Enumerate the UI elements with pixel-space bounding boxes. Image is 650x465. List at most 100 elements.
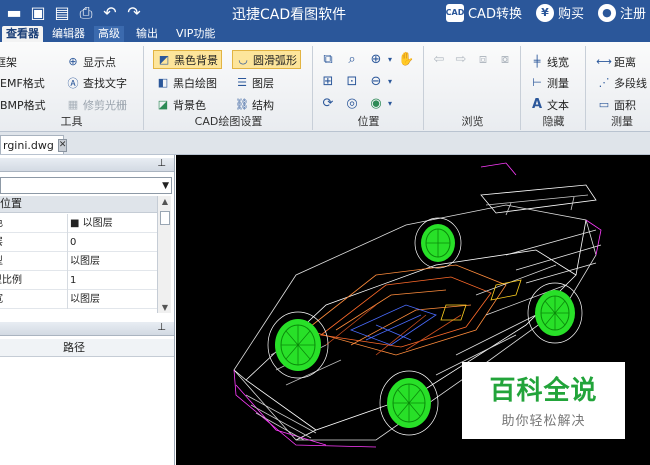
wheel-front-right — [387, 378, 431, 428]
wheel-rear-right — [535, 290, 575, 336]
watermark-subtitle: 助你轻松解决 — [501, 414, 586, 429]
layer-panel-header: ⊥ — [0, 322, 174, 336]
tab-vip[interactable]: VIP功能 — [172, 26, 219, 42]
redo-icon[interactable]: ↷ — [124, 3, 144, 22]
save-emf-button[interactable]: 存为EMF格式 — [0, 73, 45, 92]
title-bar: ▬ ▣ ▤ ⎙ ↶ ↷ 迅捷CAD看图软件 CAD CAD转换 ¥ 购买 ● 注… — [0, 0, 650, 25]
line-width-icon: ╪ — [533, 55, 541, 68]
crosshair-icon: ⊕ — [68, 55, 78, 68]
frame-button[interactable]: 框架 — [0, 52, 17, 71]
extents-icon[interactable]: ⊞ — [320, 74, 336, 90]
group-measure: ⟷ 距离 ⋰ 多段线 ▭ 面积 测量 — [587, 46, 650, 130]
document-tab-strip: rgini.dwg ✕ — [0, 132, 650, 155]
scroll-up-icon[interactable]: ▲ — [158, 197, 172, 206]
group-browse: ⇦ ⇨ ⧈ ⧇ 浏览 — [425, 46, 521, 130]
property-row[interactable]: 线宽 以图层 — [0, 290, 157, 309]
group-measure-label: 测量 — [611, 115, 633, 128]
print-icon[interactable]: ⎙ — [76, 3, 96, 22]
text-toggle-button[interactable]: A 文本 — [530, 95, 569, 114]
tab-editor[interactable]: 编辑器 — [48, 26, 89, 42]
user-icon: ● — [597, 3, 616, 22]
watermark: 百科全说 助你轻松解决 — [462, 362, 625, 439]
structure-button[interactable]: ⛓ 结构 — [235, 95, 274, 114]
group-tools: 框架 存为EMF格式 存为BMP格式 ⊕ 显示点 Ⓐ 查找文字 ▦ 修剪光栅 工… — [0, 46, 144, 130]
property-row[interactable]: 线型 以图层 — [0, 252, 157, 271]
black-background-button[interactable]: ◩ 黑色背景 — [153, 50, 222, 69]
properties-panel: ⊥ ▼ 位置 颜色 ■ 以图层 图层 0 线型 以图层 线型比例 1 线宽 以图… — [0, 155, 175, 465]
document-tab-label: rgini.dwg — [3, 138, 54, 152]
arc-icon: ◡ — [238, 53, 248, 66]
scroll-thumb[interactable] — [160, 211, 170, 225]
black-bg-icon: ◩ — [158, 53, 170, 66]
group-position: ⧉ ⌕ ⊕ ▾ ✋ ⊞ ⊡ ⊖ ▾ ⟳ ◎ ◉ ▾ 位置 — [314, 46, 424, 130]
text-a-icon: A — [531, 97, 543, 112]
close-icon[interactable]: ✕ — [57, 138, 68, 152]
zoom-region-icon[interactable]: ◎ — [344, 96, 360, 112]
group-hide: ╪ 线宽 ⊢ 测量 A 文本 隐藏 — [522, 46, 586, 130]
view-dropdown-icon[interactable]: ▾ — [382, 96, 398, 112]
area-icon: ▭ — [598, 98, 610, 111]
pan-hand-icon[interactable]: ✋ — [398, 52, 414, 68]
group-tools-label: 工具 — [60, 115, 83, 128]
zoom-in-dropdown-icon[interactable]: ▾ — [382, 52, 398, 68]
properties-scrollbar[interactable]: ▲ ▼ — [157, 196, 171, 313]
smooth-arc-button[interactable]: ◡ 圆滑弧形 — [232, 50, 301, 69]
line-width-button[interactable]: ╪ 线宽 — [530, 52, 569, 71]
property-row[interactable]: 图层 0 — [0, 233, 157, 252]
monochrome-icon: ◧ — [157, 76, 169, 89]
buy-button[interactable]: ¥ 购买 — [535, 3, 584, 22]
distance-button[interactable]: ⟷ 距离 — [596, 52, 636, 71]
zoom-out-dropdown-icon[interactable]: ▾ — [382, 74, 398, 90]
tab-advanced[interactable]: 高级 — [94, 26, 124, 42]
scroll-down-icon[interactable]: ▼ — [158, 303, 172, 312]
wheel-rear-left — [421, 224, 455, 262]
group-browse-label: 浏览 — [461, 115, 484, 128]
next-view-icon: ⧇ — [500, 52, 510, 67]
tab-viewer[interactable]: 查看器 — [2, 26, 43, 42]
polyline-icon: ⋰ — [598, 76, 610, 89]
find-text-button[interactable]: Ⓐ 查找文字 — [66, 73, 128, 92]
yen-icon: ¥ — [535, 3, 554, 22]
prev-view-icon: ⧈ — [478, 52, 488, 67]
fit-window-icon[interactable]: ⧉ — [320, 52, 336, 68]
group-position-label: 位置 — [357, 115, 380, 128]
ribbon: 框架 存为EMF格式 存为BMP格式 ⊕ 显示点 Ⓐ 查找文字 ▦ 修剪光栅 工… — [0, 42, 650, 132]
pin-icon[interactable]: ⊥ — [157, 158, 166, 169]
area-button[interactable]: ▭ 面积 — [597, 95, 636, 114]
polyline-button[interactable]: ⋰ 多段线 — [597, 73, 648, 92]
save-bmp-button[interactable]: 存为BMP格式 — [0, 95, 46, 114]
show-points-button[interactable]: ⊕ 显示点 — [66, 52, 116, 71]
zoom-window-icon[interactable]: ⌕ — [344, 52, 360, 68]
tab-output[interactable]: 输出 — [132, 26, 162, 42]
document-tab[interactable]: rgini.dwg ✕ — [0, 135, 68, 154]
wheel-front-left — [275, 319, 321, 371]
cad-convert-button[interactable]: CAD CAD转换 — [446, 3, 522, 22]
layers-button[interactable]: ☰ 图层 — [235, 73, 274, 92]
property-row[interactable]: 颜色 ■ 以图层 — [0, 214, 157, 233]
window-title: 迅捷CAD看图软件 — [232, 7, 347, 23]
ribbon-tabs: 查看器 编辑器 高级 输出 VIP功能 — [0, 25, 650, 42]
save-icon[interactable]: ▣ — [28, 3, 48, 22]
undo-icon[interactable]: ↶ — [100, 3, 120, 22]
distance-icon: ⟷ — [596, 55, 612, 68]
background-color-button[interactable]: ◪ 背景色 — [156, 95, 206, 114]
fit-icon[interactable]: ⊡ — [344, 74, 360, 90]
bg-color-icon: ◪ — [157, 98, 169, 111]
entity-selector[interactable]: ▼ — [0, 177, 172, 194]
find-text-icon: Ⓐ — [67, 76, 79, 90]
structure-icon: ⛓ — [235, 98, 249, 111]
quick-access-toolbar: ▬ ▣ ▤ ⎙ ↶ ↷ — [0, 3, 144, 22]
forward-arrow-icon: ⇨ — [455, 52, 467, 67]
monochrome-button[interactable]: ◧ 黑白绘图 — [156, 73, 217, 92]
measure-toggle-button[interactable]: ⊢ 测量 — [530, 73, 569, 92]
register-button[interactable]: ● 注册 — [597, 3, 646, 22]
orbit-icon[interactable]: ⟳ — [320, 96, 336, 112]
raster-icon: ▦ — [67, 98, 79, 111]
group-cad-settings-label: CAD绘图设置 — [194, 115, 263, 128]
folder-icon[interactable]: ▬ — [4, 3, 24, 22]
save-as-icon[interactable]: ▤ — [52, 3, 72, 22]
property-row[interactable]: 线型比例 1 — [0, 271, 157, 290]
pin-icon[interactable]: ⊥ — [157, 322, 166, 333]
path-column-header[interactable]: 路径 — [0, 339, 174, 357]
cad-icon: CAD — [446, 3, 464, 22]
